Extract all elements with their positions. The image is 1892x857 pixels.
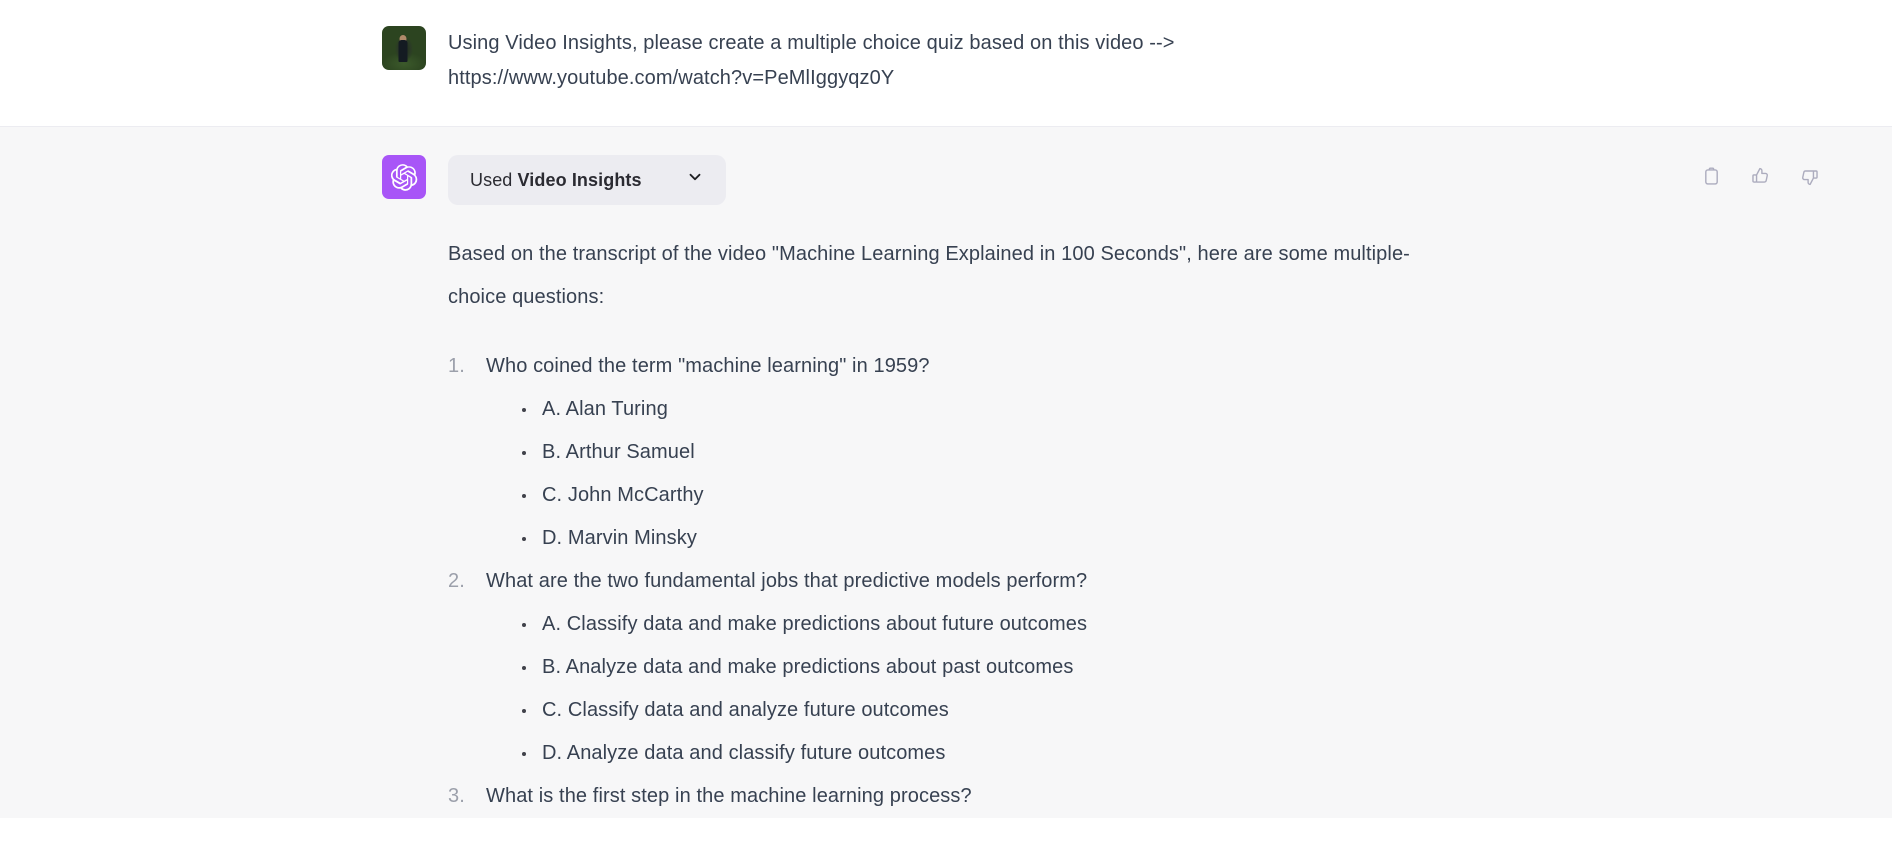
message-action-bar <box>1700 165 1820 187</box>
question-text: Who coined the term "machine learning" i… <box>486 355 930 377</box>
assistant-message-content: Used Video Insights Based on the transcr… <box>428 155 1892 818</box>
quiz-question-list: Who coined the term "machine learning" i… <box>448 345 1832 818</box>
chatgpt-avatar <box>382 155 426 199</box>
answer-option: A. Classify data and make predictions ab… <box>520 603 1832 646</box>
assistant-intro-paragraph: Based on the transcript of the video "Ma… <box>448 243 1410 308</box>
answer-option: C. John McCarthy <box>520 474 1832 517</box>
answer-option: A. Alan Turing <box>520 388 1832 431</box>
user-avatar-container <box>382 26 428 96</box>
answer-options-2: A. Classify data and make predictions ab… <box>486 603 1832 775</box>
question-text: What is the first step in the machine le… <box>486 785 972 807</box>
user-message-content: Using Video Insights, please create a mu… <box>428 26 1892 96</box>
answer-options-1: A. Alan Turing B. Arthur Samuel C. John … <box>486 388 1832 560</box>
openai-logo-icon <box>390 163 417 191</box>
answer-option: B. Analyze data and make predictions abo… <box>520 646 1832 689</box>
quiz-question-1: Who coined the term "machine learning" i… <box>448 345 1832 560</box>
chevron-down-icon[interactable] <box>686 168 704 191</box>
user-message-row: Using Video Insights, please create a mu… <box>0 0 1892 127</box>
answer-option: D. Marvin Minsky <box>520 517 1832 560</box>
thumbs-down-icon <box>1801 169 1818 185</box>
used-tool-label: Used Video Insights <box>470 169 642 191</box>
answer-option: C. Classify data and analyze future outc… <box>520 689 1832 732</box>
user-prompt-text: Using Video Insights, please create a mu… <box>448 32 1175 89</box>
thumbs-down-button[interactable] <box>1798 165 1820 187</box>
used-tool-prefix: Used <box>470 169 518 190</box>
user-avatar-photo <box>382 26 426 70</box>
answer-option: B. Arthur Samuel <box>520 431 1832 474</box>
question-text: What are the two fundamental jobs that p… <box>486 570 1088 592</box>
quiz-question-3: What is the first step in the machine le… <box>448 775 1832 818</box>
used-tool-name: Video Insights <box>517 169 642 190</box>
thumbs-up-icon <box>1751 167 1768 183</box>
used-tool-pill[interactable]: Used Video Insights <box>448 155 726 205</box>
thumbs-up-button[interactable] <box>1749 165 1771 187</box>
assistant-message-row: Used Video Insights Based on the transcr… <box>0 127 1892 818</box>
copy-button[interactable] <box>1700 165 1722 187</box>
answer-option: D. Analyze data and classify future outc… <box>520 732 1832 775</box>
clipboard-icon <box>1704 166 1718 185</box>
assistant-avatar-container <box>382 155 428 818</box>
assistant-body: Based on the transcript of the video "Ma… <box>448 233 1832 818</box>
quiz-question-2: What are the two fundamental jobs that p… <box>448 560 1832 775</box>
